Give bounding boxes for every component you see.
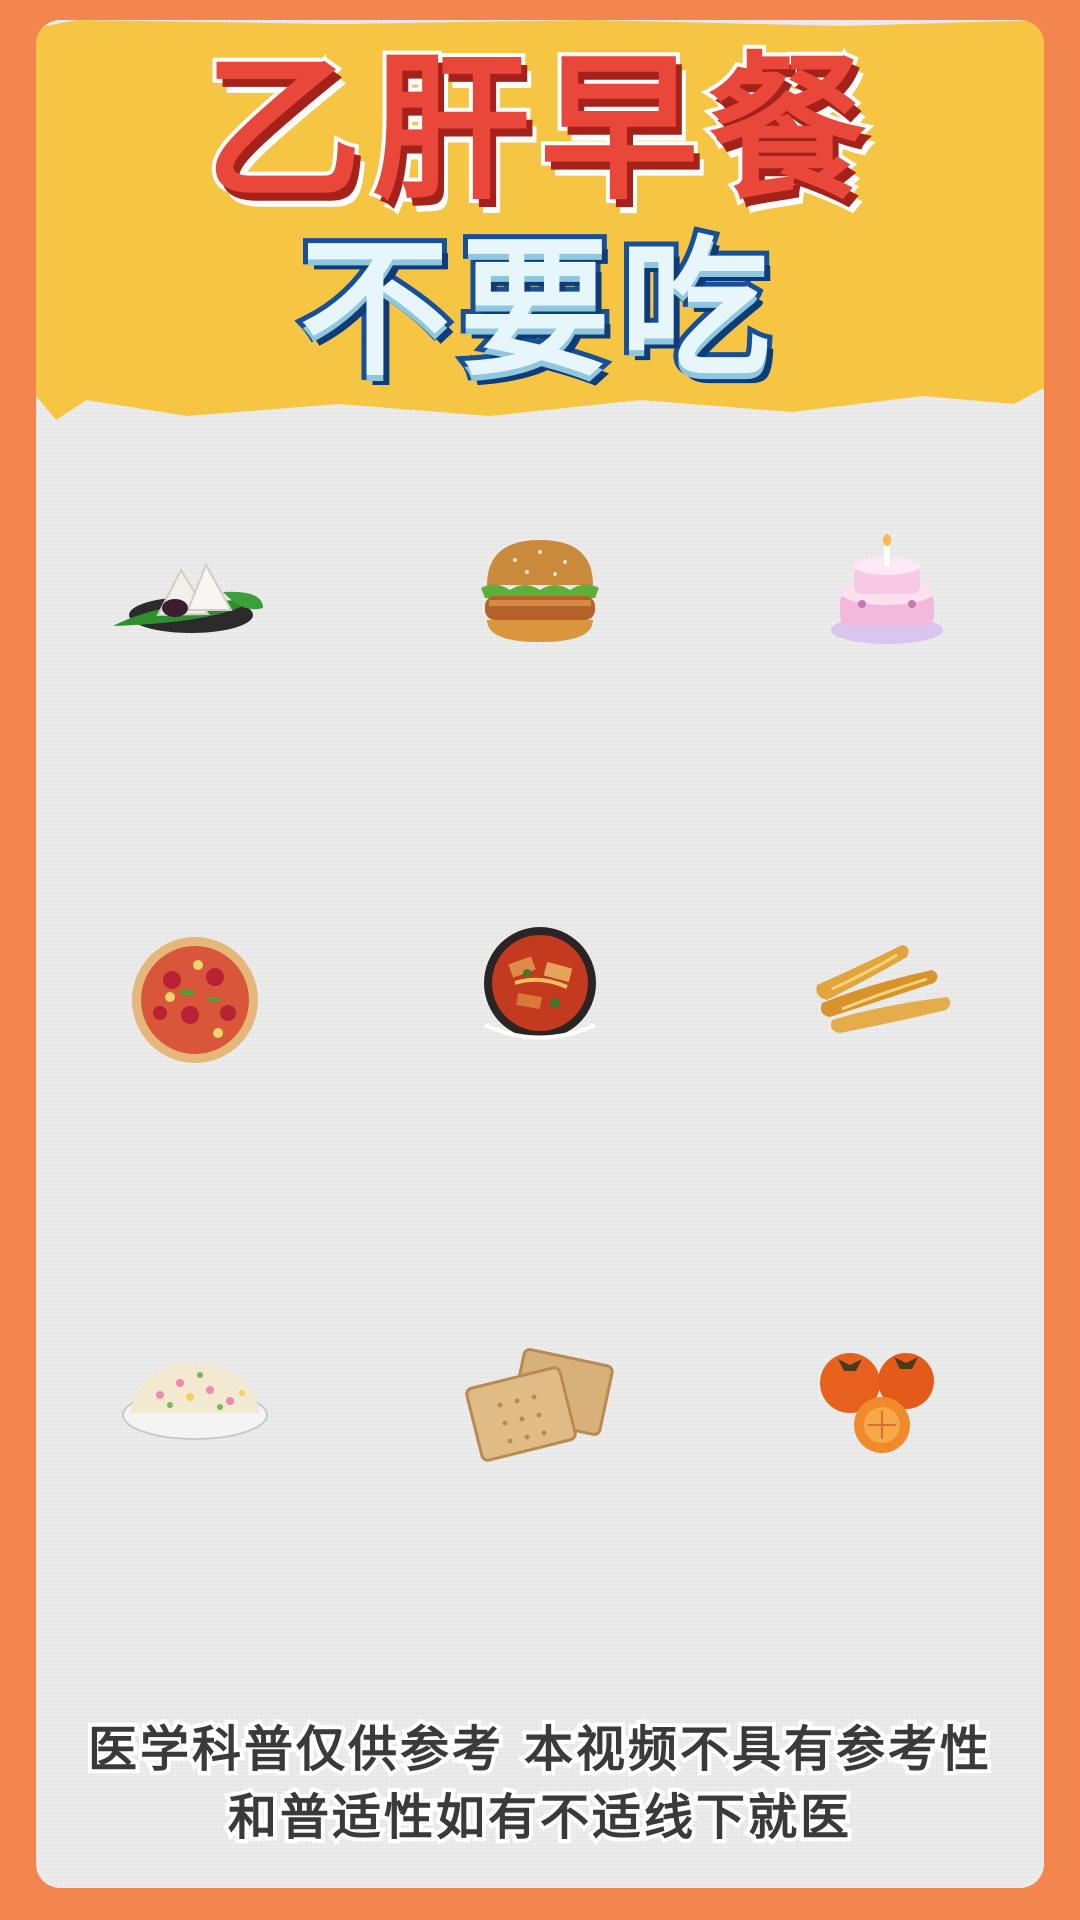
burger-icon [455, 530, 625, 660]
disclaimer-line-1: 医学科普仅供参考 本视频不具有参考性 [84, 1717, 993, 1782]
disclaimer-line-2: 和普适性如有不适线下就医 [224, 1785, 853, 1850]
title-line-1: 乙肝早餐 [200, 36, 876, 224]
fried-rice-icon [110, 1335, 280, 1465]
biscuit-icon [455, 1335, 625, 1465]
persimmon-icon [802, 1335, 972, 1465]
spicy-hotpot-icon [455, 925, 625, 1055]
fried-dough-stick-icon [802, 925, 972, 1055]
title-line-2: 不要吃 [295, 220, 780, 400]
cake-icon [802, 530, 972, 660]
zongzi-icon [103, 530, 273, 660]
pizza-icon [110, 935, 280, 1065]
